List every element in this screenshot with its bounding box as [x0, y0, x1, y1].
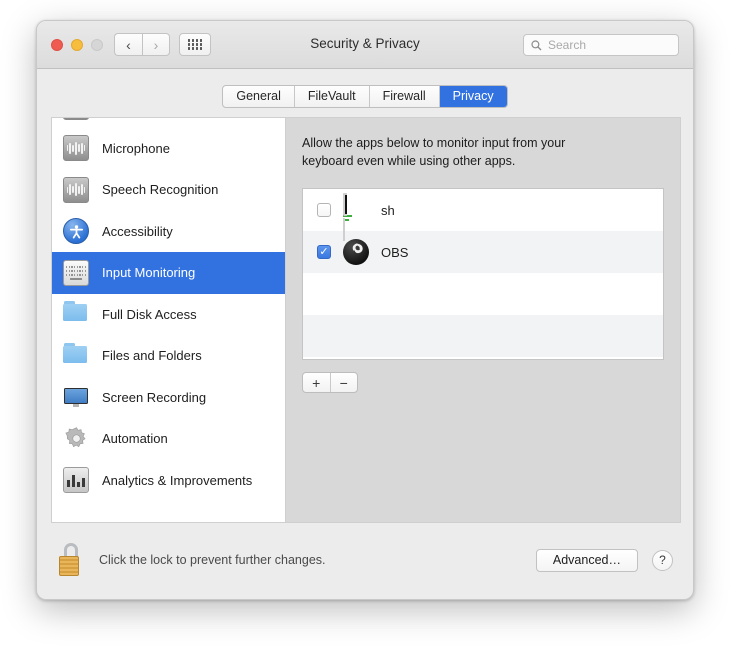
- add-app-button[interactable]: +: [303, 373, 331, 393]
- sidebar-item-screen-recording[interactable]: Screen Recording: [52, 377, 285, 419]
- sidebar-item-camera[interactable]: [52, 118, 285, 128]
- sidebar-item-analytics-improvements[interactable]: Analytics & Improvements: [52, 460, 285, 502]
- remove-app-button[interactable]: −: [331, 373, 358, 392]
- folder-icon: [63, 301, 89, 327]
- display-icon: [63, 384, 89, 410]
- terminal-icon: [343, 193, 369, 242]
- sidebar-item-microphone[interactable]: Microphone: [52, 128, 285, 170]
- preferences-window: ‹ › Security & Privacy Search General Fi…: [36, 20, 694, 600]
- sidebar-item-label: Accessibility: [102, 223, 173, 239]
- sidebar-item-label: Files and Folders: [102, 348, 202, 364]
- privacy-content: Microphone Speech Recognition Accessibil…: [51, 117, 681, 523]
- advanced-button[interactable]: Advanced…: [535, 548, 638, 572]
- help-button[interactable]: ?: [652, 549, 673, 571]
- input-monitoring-pane: Allow the apps below to monitor input fr…: [285, 117, 681, 523]
- obs-icon: [343, 239, 369, 266]
- search-field[interactable]: Search: [523, 34, 679, 56]
- sidebar-item-automation[interactable]: Automation: [52, 418, 285, 460]
- sidebar-item-accessibility[interactable]: Accessibility: [52, 211, 285, 253]
- sidebar-item-label: Input Monitoring: [102, 265, 196, 281]
- allowed-apps-list[interactable]: sh OBS: [302, 188, 664, 361]
- add-remove-buttons: + −: [302, 372, 358, 394]
- window-footer: Click the lock to prevent further change…: [37, 521, 693, 599]
- app-name: OBS: [381, 244, 409, 260]
- sidebar-item-label: Microphone: [102, 140, 170, 156]
- unlocked-padlock-icon[interactable]: [57, 543, 87, 577]
- search-icon: [531, 39, 542, 50]
- table-row[interactable]: OBS: [303, 231, 663, 274]
- camera-icon: [63, 118, 89, 120]
- tab-filevault[interactable]: FileVault: [295, 86, 370, 107]
- app-checkbox-sh[interactable]: [317, 203, 331, 218]
- table-row[interactable]: sh: [303, 189, 663, 242]
- sidebar-item-label: Analytics & Improvements: [102, 472, 253, 488]
- sidebar-item-speech-recognition[interactable]: Speech Recognition: [52, 169, 285, 211]
- sidebar-item-label: Full Disk Access: [102, 306, 197, 322]
- folder-icon: [63, 342, 89, 369]
- keyboard-icon: [63, 259, 89, 286]
- empty-row: [303, 315, 663, 358]
- tab-privacy[interactable]: Privacy: [439, 86, 507, 107]
- microphone-icon: [63, 135, 89, 162]
- app-name: sh: [381, 202, 395, 218]
- bar-chart-icon: [63, 467, 89, 494]
- sidebar-item-label: Automation: [102, 431, 168, 447]
- sidebar-item-label: Screen Recording: [102, 389, 207, 405]
- privacy-category-list[interactable]: Microphone Speech Recognition Accessibil…: [51, 117, 285, 523]
- tab-bar: General FileVault Firewall Privacy: [37, 69, 693, 108]
- lock-hint-text: Click the lock to prevent further change…: [99, 553, 326, 567]
- search-placeholder: Search: [548, 38, 587, 52]
- window-titlebar: ‹ › Security & Privacy Search: [37, 21, 693, 69]
- tab-general[interactable]: General: [223, 86, 295, 107]
- speech-recognition-icon: [63, 176, 89, 203]
- empty-row: [303, 273, 663, 315]
- sidebar-item-input-monitoring[interactable]: Input Monitoring: [52, 252, 285, 294]
- gear-icon: [63, 426, 89, 452]
- sidebar-item-full-disk-access[interactable]: Full Disk Access: [52, 294, 285, 336]
- pane-description: Allow the apps below to monitor input fr…: [302, 136, 566, 169]
- tab-firewall[interactable]: Firewall: [370, 86, 440, 107]
- sidebar-item-label: Speech Recognition: [102, 182, 219, 198]
- sidebar-item-files-and-folders[interactable]: Files and Folders: [52, 335, 285, 377]
- app-checkbox-obs[interactable]: [317, 245, 331, 260]
- accessibility-icon: [63, 218, 89, 245]
